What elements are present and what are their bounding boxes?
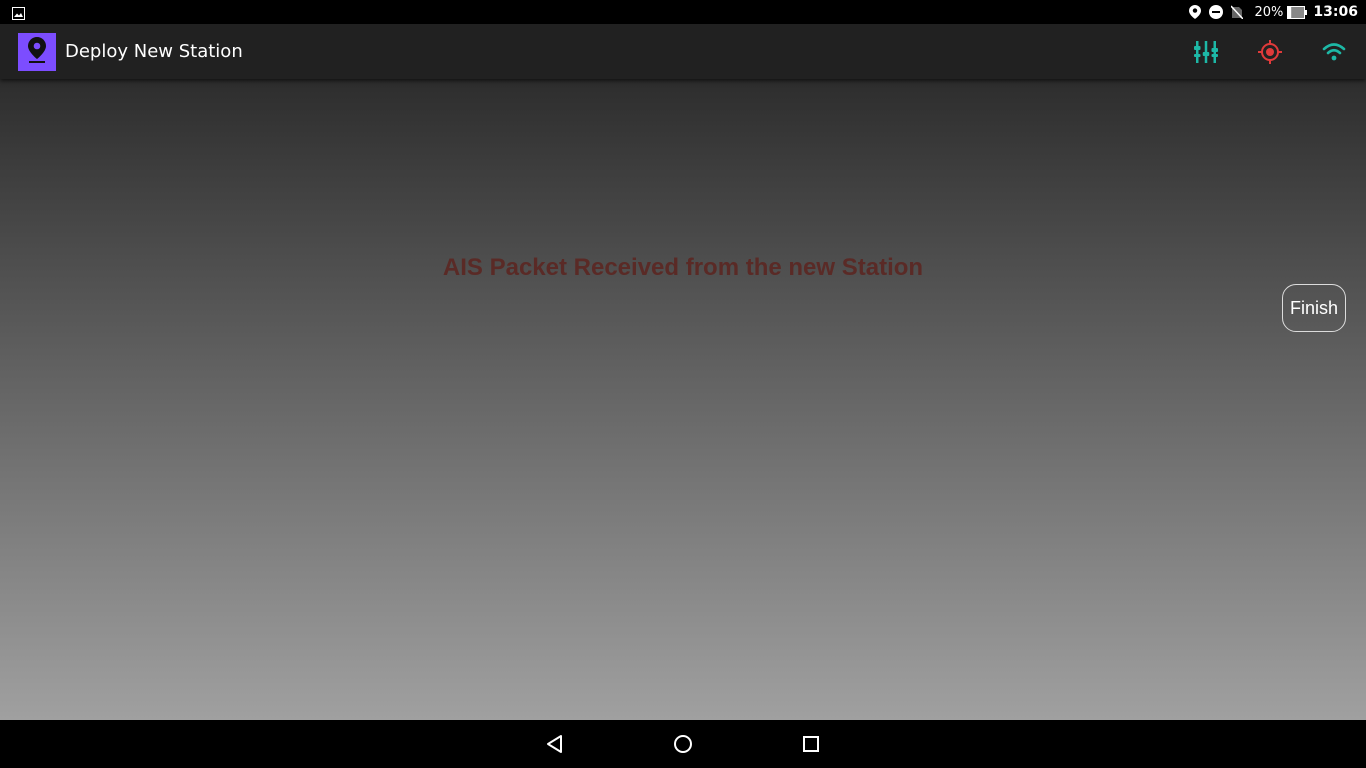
map-pin-icon (26, 36, 48, 68)
finish-button[interactable]: Finish (1282, 284, 1346, 332)
app-bar: Deploy New Station (0, 24, 1366, 79)
back-icon[interactable] (543, 732, 567, 756)
recents-icon[interactable] (799, 732, 823, 756)
no-sim-icon (1230, 5, 1243, 19)
status-bar: 20% 13:06 (0, 0, 1366, 24)
location-icon (1188, 5, 1201, 19)
equalizer-icon[interactable] (1190, 36, 1222, 68)
navigation-bar (0, 720, 1366, 768)
battery-percent: 20% (1254, 4, 1284, 20)
image-icon (12, 5, 25, 20)
battery-icon (1287, 5, 1308, 19)
status-message: AIS Packet Received from the new Station (442, 254, 924, 281)
main-content: AIS Packet Received from the new Station… (0, 79, 1366, 720)
wifi-icon[interactable] (1318, 36, 1350, 68)
crosshair-icon[interactable] (1254, 36, 1286, 68)
page-title: Deploy New Station (65, 41, 243, 62)
home-icon[interactable] (671, 732, 695, 756)
app-logo (18, 33, 56, 71)
do-not-disturb-icon (1208, 5, 1223, 19)
clock: 13:06 (1313, 4, 1358, 20)
